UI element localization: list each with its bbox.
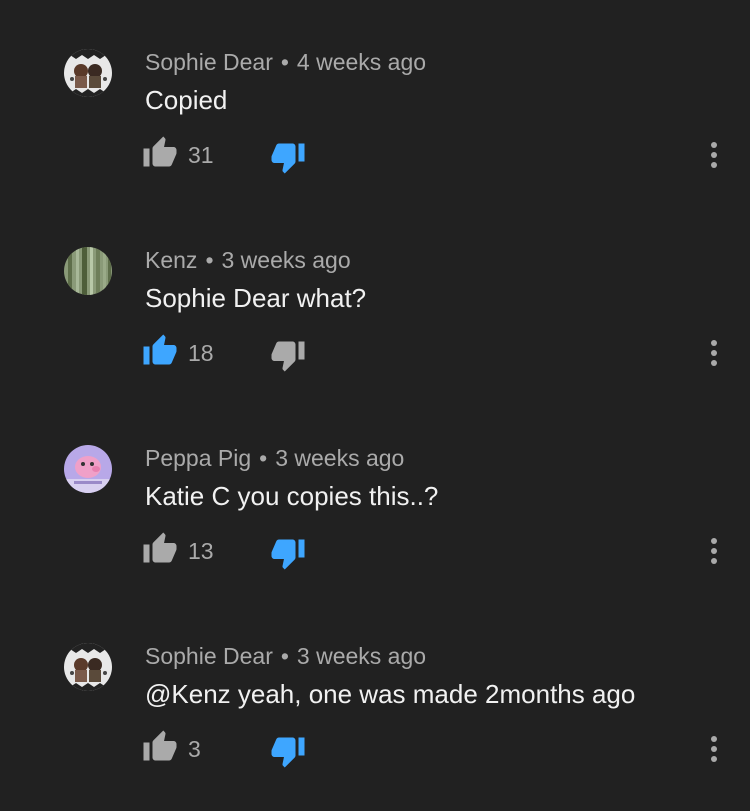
thumbs-down-icon	[271, 341, 305, 372]
comment-text: Sophie Dear what?	[145, 283, 367, 313]
dislike-button[interactable]	[270, 139, 306, 175]
comment-meta: Sophie Dear • 4 weeks ago	[145, 47, 426, 77]
thumbs-up-icon	[143, 136, 177, 167]
comment-time[interactable]: 4 weeks ago	[297, 49, 426, 75]
like-button[interactable]	[142, 729, 178, 765]
comment-time[interactable]: 3 weeks ago	[275, 445, 404, 471]
comment-meta: Sophie Dear • 3 weeks ago	[145, 641, 426, 671]
comment-time[interactable]: 3 weeks ago	[297, 643, 426, 669]
comment-author[interactable]: Kenz	[145, 247, 197, 273]
comment-actions: 3	[0, 729, 750, 769]
like-count: 13	[188, 538, 214, 564]
dislike-button[interactable]	[270, 733, 306, 769]
thumbs-up-icon	[143, 334, 177, 365]
comment-actions: 18	[0, 333, 750, 373]
more-options-icon[interactable]	[700, 333, 728, 373]
dislike-button[interactable]	[270, 535, 306, 571]
meta-separator: •	[205, 247, 214, 273]
comment-item: Peppa Pig • 3 weeks ago Katie C you copies…	[0, 443, 750, 641]
thumbs-down-icon	[271, 737, 305, 768]
forest-avatar-icon[interactable]	[64, 247, 112, 295]
like-button[interactable]	[142, 333, 178, 369]
like-button[interactable]	[142, 135, 178, 171]
meta-separator: •	[280, 49, 289, 75]
comment-author[interactable]: Sophie Dear	[145, 49, 273, 75]
like-count: 18	[188, 340, 214, 366]
comment-meta: Peppa Pig • 3 weeks ago	[145, 443, 404, 473]
thumbs-up-icon	[143, 532, 177, 563]
meta-separator: •	[280, 643, 289, 669]
comment-text: Copied	[145, 85, 228, 115]
comment-meta: Kenz • 3 weeks ago	[145, 245, 351, 275]
comment-time[interactable]: 3 weeks ago	[222, 247, 351, 273]
comment-item: Kenz • 3 weeks ago Sophie Dear what? 18	[0, 245, 750, 443]
comment-item: Sophie Dear • 4 weeks ago Copied 31	[0, 47, 750, 245]
thumbs-up-icon	[143, 730, 177, 761]
like-count: 31	[188, 142, 214, 168]
thumbs-down-icon	[271, 143, 305, 174]
comment-author[interactable]: Sophie Dear	[145, 643, 273, 669]
comment-actions: 31	[0, 135, 750, 175]
dislike-button[interactable]	[270, 337, 306, 373]
comment-item: Sophie Dear • 3 weeks ago @Kenz yeah, one …	[0, 641, 750, 811]
comment-text: @Kenz yeah, one was made 2months ago	[145, 679, 636, 709]
thumbs-down-icon	[271, 539, 305, 570]
comment-author[interactable]: Peppa Pig	[145, 445, 251, 471]
comment-list: Sophie Dear • 4 weeks ago Copied 31 Kenz…	[0, 0, 750, 811]
meta-separator: •	[259, 445, 268, 471]
anime-characters-avatar-icon[interactable]	[64, 643, 112, 691]
more-options-icon[interactable]	[700, 729, 728, 769]
anime-characters-avatar-icon[interactable]	[64, 49, 112, 97]
pink-cartoon-avatar-icon[interactable]	[64, 445, 112, 493]
comment-actions: 13	[0, 531, 750, 571]
more-options-icon[interactable]	[700, 135, 728, 175]
comment-text: Katie C you copies this..?	[145, 481, 439, 511]
more-options-icon[interactable]	[700, 531, 728, 571]
like-count: 3	[188, 736, 201, 762]
like-button[interactable]	[142, 531, 178, 567]
